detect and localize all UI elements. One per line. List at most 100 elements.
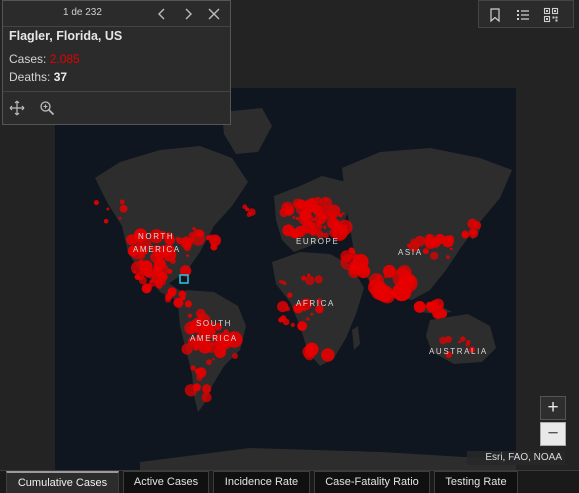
case-bubble[interactable] — [181, 343, 193, 355]
tab-active-cases[interactable]: Active Cases — [123, 471, 209, 493]
case-bubble[interactable] — [287, 292, 293, 298]
case-bubble[interactable] — [184, 300, 192, 308]
case-bubble[interactable] — [304, 350, 315, 361]
case-bubble[interactable] — [184, 384, 198, 397]
case-bubble[interactable] — [410, 238, 417, 245]
case-bubble[interactable] — [348, 247, 355, 254]
case-bubble[interactable] — [449, 247, 453, 251]
case-bubble[interactable] — [245, 207, 250, 212]
case-bubble[interactable] — [458, 340, 461, 344]
case-bubble[interactable] — [212, 357, 215, 361]
case-bubble[interactable] — [148, 279, 157, 287]
case-bubble[interactable] — [299, 230, 305, 236]
case-bubble[interactable] — [277, 301, 289, 313]
case-bubble[interactable] — [190, 365, 196, 371]
case-bubble[interactable] — [119, 199, 125, 205]
case-bubble[interactable] — [425, 301, 434, 310]
case-bubble[interactable] — [431, 306, 445, 320]
case-bubble[interactable] — [280, 280, 285, 284]
case-bubble[interactable] — [461, 231, 469, 239]
case-bubble[interactable] — [427, 234, 432, 239]
case-bubble[interactable] — [334, 220, 341, 226]
pan-to-icon[interactable] — [9, 100, 25, 116]
case-bubble[interactable] — [154, 258, 166, 270]
case-bubble[interactable] — [323, 225, 327, 229]
case-bubble[interactable] — [202, 384, 212, 394]
qr-code-icon[interactable] — [543, 7, 559, 23]
list-icon[interactable] — [515, 7, 531, 23]
case-bubble[interactable] — [126, 234, 137, 246]
case-bubble[interactable] — [348, 266, 360, 279]
case-bubble[interactable] — [313, 232, 317, 235]
case-bubble[interactable] — [449, 242, 453, 246]
case-bubble[interactable] — [188, 232, 195, 239]
case-bubble[interactable] — [195, 308, 206, 319]
case-bubble[interactable] — [307, 273, 311, 277]
case-bubble[interactable] — [326, 355, 329, 358]
case-bubble[interactable] — [119, 204, 128, 213]
case-bubble[interactable] — [192, 345, 199, 351]
case-bubble[interactable] — [189, 237, 194, 242]
case-bubble[interactable] — [138, 276, 147, 285]
case-bubble[interactable] — [201, 392, 212, 403]
case-bubble[interactable] — [302, 307, 307, 312]
case-bubble[interactable] — [324, 204, 328, 209]
case-bubble[interactable] — [214, 346, 227, 359]
close-icon[interactable] — [205, 5, 223, 23]
case-bubble[interactable] — [284, 205, 295, 216]
case-bubble[interactable] — [300, 210, 309, 219]
case-bubble[interactable] — [282, 318, 290, 326]
zoom-out-button[interactable]: − — [540, 422, 566, 446]
tab-cumulative-cases[interactable]: Cumulative Cases — [6, 471, 119, 493]
case-bubble[interactable] — [341, 212, 345, 215]
case-bubble[interactable] — [306, 205, 315, 214]
zoom-in-button[interactable]: + — [540, 396, 566, 420]
case-bubble[interactable] — [407, 243, 411, 248]
case-bubble[interactable] — [194, 368, 200, 374]
case-bubble[interactable] — [414, 235, 426, 247]
case-bubble[interactable] — [442, 235, 454, 248]
case-bubble[interactable] — [166, 292, 173, 300]
next-icon[interactable] — [179, 5, 197, 23]
case-bubble[interactable] — [413, 301, 426, 313]
case-bubble[interactable] — [132, 270, 137, 274]
case-bubble[interactable] — [118, 216, 122, 220]
tab-case-fatality-ratio[interactable]: Case-Fatality Ratio — [314, 471, 430, 493]
case-bubble[interactable] — [232, 353, 238, 359]
case-bubble[interactable] — [186, 254, 190, 257]
case-bubble[interactable] — [154, 278, 163, 287]
previous-icon[interactable] — [153, 5, 171, 23]
case-bubble[interactable] — [206, 359, 212, 365]
case-bubble[interactable] — [292, 215, 296, 219]
case-bubble[interactable] — [305, 275, 315, 286]
case-bubble[interactable] — [306, 317, 310, 321]
case-bubble[interactable] — [209, 234, 222, 247]
case-bubble[interactable] — [196, 374, 203, 381]
case-bubble[interactable] — [145, 269, 153, 277]
case-bubble[interactable] — [430, 251, 439, 260]
case-bubble[interactable] — [460, 336, 466, 342]
case-bubble[interactable] — [151, 276, 155, 280]
case-bubble[interactable] — [376, 285, 394, 302]
case-bubble[interactable] — [187, 313, 193, 318]
case-bubble[interactable] — [138, 253, 146, 260]
case-bubble[interactable] — [290, 322, 295, 328]
case-bubble[interactable] — [297, 321, 307, 331]
bookmark-icon[interactable] — [487, 7, 503, 23]
case-bubble[interactable] — [403, 291, 407, 296]
case-bubble[interactable] — [470, 229, 477, 236]
tab-testing-rate[interactable]: Testing Rate — [434, 471, 518, 493]
case-bubble[interactable] — [301, 275, 307, 281]
zoom-to-icon[interactable] — [39, 100, 55, 116]
case-bubble[interactable] — [392, 268, 412, 288]
case-bubble[interactable] — [439, 336, 447, 345]
case-bubble[interactable] — [310, 312, 314, 316]
case-bubble[interactable] — [103, 218, 109, 224]
case-bubble[interactable] — [312, 217, 316, 222]
case-bubble[interactable] — [473, 221, 482, 230]
case-bubble[interactable] — [313, 196, 322, 205]
case-bubble[interactable] — [314, 275, 323, 284]
case-bubble[interactable] — [246, 212, 252, 218]
case-bubble[interactable] — [93, 200, 99, 206]
case-bubble[interactable] — [138, 259, 144, 265]
